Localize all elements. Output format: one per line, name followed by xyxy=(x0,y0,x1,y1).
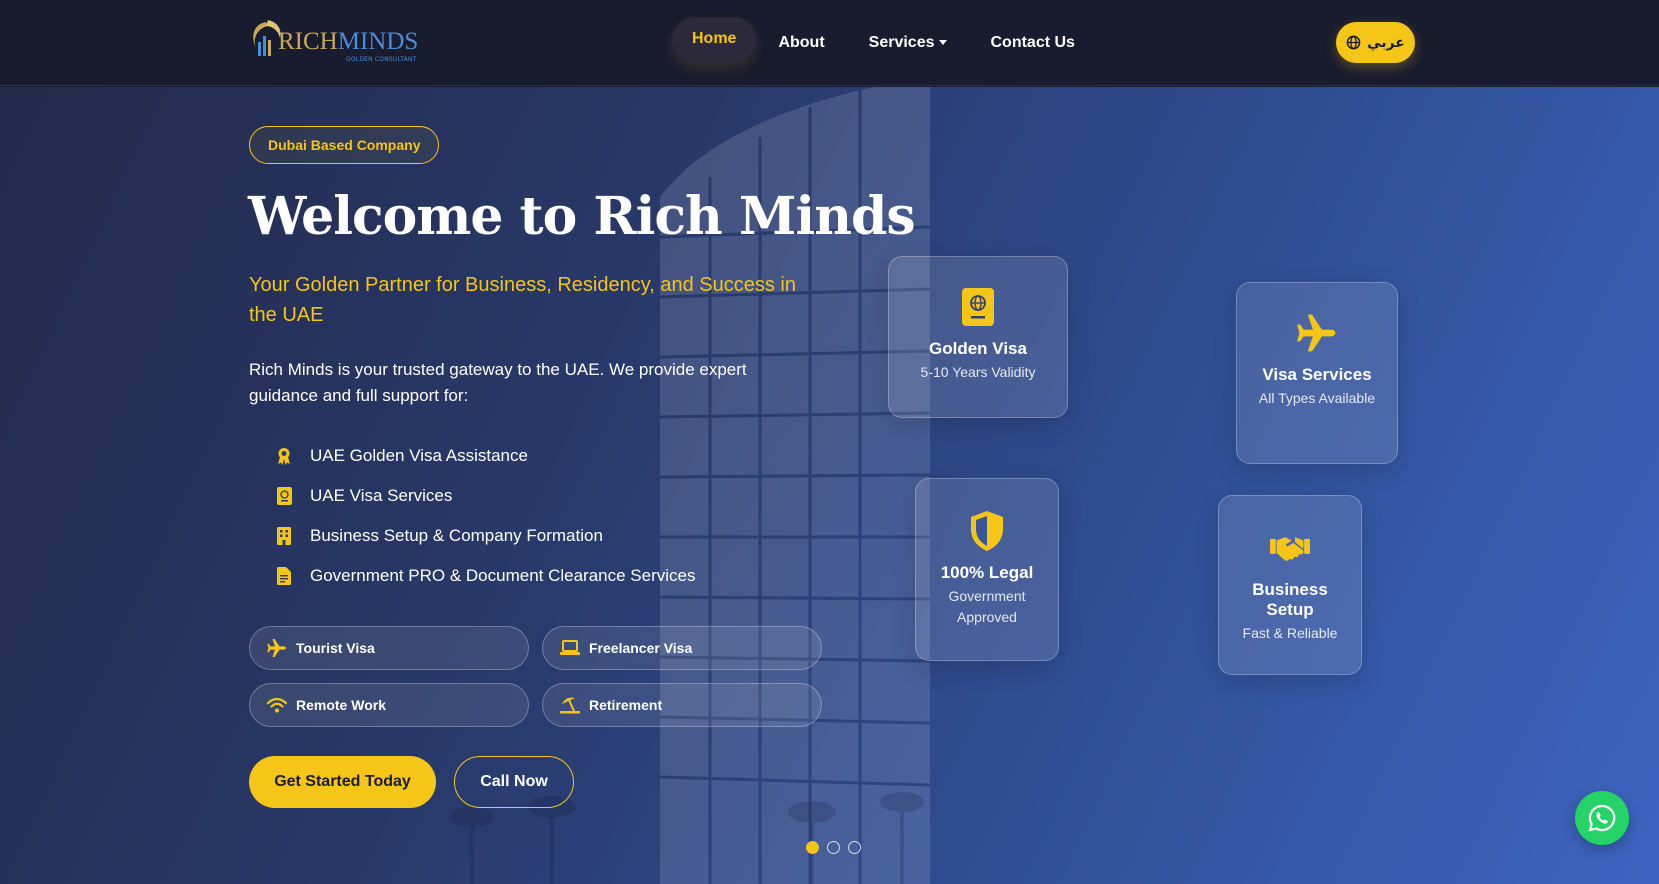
hero-description: Rich Minds is your trusted gateway to th… xyxy=(249,360,747,405)
nav-contact[interactable]: Contact Us xyxy=(969,18,1097,68)
umbrella-beach-icon xyxy=(559,694,581,716)
whatsapp-button[interactable] xyxy=(1575,791,1629,845)
carousel-indicators xyxy=(806,841,861,854)
carousel-dot-1[interactable] xyxy=(806,841,819,854)
card-title: 100% Legal xyxy=(940,563,1034,582)
handshake-icon xyxy=(1270,528,1310,568)
nav-home[interactable]: Home xyxy=(672,17,757,63)
legal-card: 100% Legal Government Approved xyxy=(915,478,1059,661)
carousel-dot-2[interactable] xyxy=(827,841,840,854)
plane-icon xyxy=(266,637,288,659)
list-item: Government PRO & Document Clearance Serv… xyxy=(272,556,696,596)
logo[interactable]: RICHMINDS GOLDEN CONSULTANT xyxy=(248,16,418,66)
carousel-dot-3[interactable] xyxy=(848,841,861,854)
building-icon xyxy=(272,524,296,548)
freelancer-visa-pill[interactable]: Freelancer Visa xyxy=(542,626,822,670)
pill-label: Tourist Visa xyxy=(296,640,375,656)
logo-text: RICHMINDS xyxy=(278,28,419,55)
nav-about[interactable]: About xyxy=(756,18,846,68)
card-subtitle: All Types Available xyxy=(1258,390,1376,406)
card-title: Business Setup xyxy=(1252,580,1328,619)
call-now-button[interactable]: Call Now xyxy=(454,756,574,808)
feature-list: UAE Golden Visa Assistance UAE Visa Serv… xyxy=(272,436,696,596)
feature-label: UAE Visa Services xyxy=(310,486,453,505)
passport-icon xyxy=(958,287,998,327)
card-subtitle: Government Approved xyxy=(948,588,1026,625)
language-toggle-button[interactable]: عربي xyxy=(1336,22,1415,63)
card-title: Golden Visa xyxy=(929,339,1027,358)
caret-down-icon xyxy=(938,40,947,46)
hero-title: Welcome to Rich Minds xyxy=(248,186,916,247)
globe-icon xyxy=(1346,35,1361,50)
card-subtitle: 5-10 Years Validity xyxy=(920,364,1036,380)
feature-label: UAE Golden Visa Assistance xyxy=(310,446,528,465)
shield-icon xyxy=(967,511,1007,551)
hero-badge: Dubai Based Company xyxy=(249,126,440,164)
plane-icon xyxy=(1297,313,1337,353)
card-title: Visa Services xyxy=(1262,365,1372,384)
pill-label: Remote Work xyxy=(296,697,386,713)
retirement-pill[interactable]: Retirement xyxy=(542,683,822,727)
card-subtitle: Fast & Reliable xyxy=(1242,625,1338,641)
tourist-visa-pill[interactable]: Tourist Visa xyxy=(249,626,529,670)
award-icon xyxy=(272,444,296,468)
nav-services[interactable]: Services xyxy=(847,18,969,68)
hero-section: Dubai Based Company Welcome to Rich Mind… xyxy=(0,87,1659,884)
feature-label: Government PRO & Document Clearance Serv… xyxy=(310,566,696,585)
laptop-icon xyxy=(559,637,581,659)
visa-services-card: Visa Services All Types Available xyxy=(1236,282,1398,464)
navbar: RICHMINDS GOLDEN CONSULTANT Home About S… xyxy=(0,0,1659,86)
document-icon xyxy=(272,564,296,588)
language-toggle-label: عربي xyxy=(1367,34,1405,50)
list-item: Business Setup & Company Formation xyxy=(272,516,696,556)
get-started-button[interactable]: Get Started Today xyxy=(249,756,436,808)
feature-label: Business Setup & Company Formation xyxy=(310,526,603,545)
whatsapp-icon xyxy=(1588,804,1616,832)
wifi-icon xyxy=(266,694,288,716)
logo-subtitle: GOLDEN CONSULTANT xyxy=(346,56,417,63)
remote-work-pill[interactable]: Remote Work xyxy=(249,683,529,727)
business-setup-card: Business Setup Fast & Reliable xyxy=(1218,495,1362,675)
golden-visa-card: Golden Visa 5-10 Years Validity xyxy=(888,256,1068,418)
list-item: UAE Visa Services xyxy=(272,476,696,516)
pill-label: Freelancer Visa xyxy=(589,640,693,656)
passport-icon xyxy=(272,484,296,508)
hero-subtitle: Your Golden Partner for Business, Reside… xyxy=(249,274,796,326)
pill-label: Retirement xyxy=(589,697,663,713)
main-nav: Home About Services Contact Us xyxy=(672,17,1097,68)
nav-services-label: Services xyxy=(868,34,935,51)
list-item: UAE Golden Visa Assistance xyxy=(272,436,696,476)
